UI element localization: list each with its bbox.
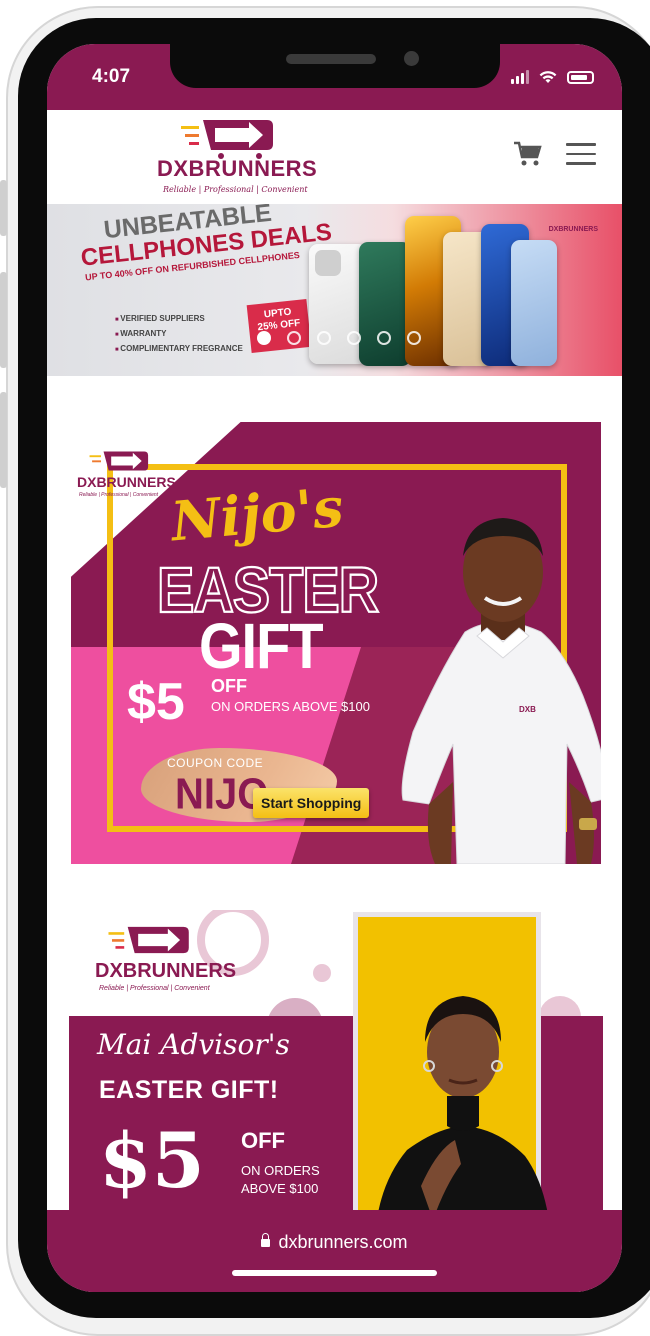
promo-logo-tagline: Reliable | Professional | Convenient (79, 492, 159, 498)
browser-url-bar[interactable]: dxbrunners.com (47, 1210, 622, 1292)
front-camera (404, 51, 419, 66)
logo-cart-icon (89, 451, 149, 471)
promo2-condition-line: ON ORDERS (241, 1163, 320, 1178)
promo-off: OFF (211, 676, 247, 696)
phone-side-button (0, 180, 7, 236)
hero-corner-logo: DXBRUNNERS (548, 226, 598, 233)
promo2-logo: DXBRUNNERS Reliable | Professional | Con… (95, 918, 236, 1008)
carousel-dot[interactable] (287, 331, 301, 345)
hero-carousel[interactable]: UNBEATABLE CELLPHONES DEALS UP TO 40% OF… (47, 204, 622, 376)
decor-circle (313, 964, 331, 982)
home-indicator[interactable] (232, 1270, 437, 1276)
hero-bullet: COMPLIMENTARY FREGRANCE (115, 342, 243, 357)
site-header: DXBRUNNERS Reliable | Professional | Con… (47, 110, 622, 204)
signal-icon (511, 70, 529, 84)
promo-nijo-easter-gift[interactable]: DXBRUNNERS Reliable | Professional | Con… (71, 422, 601, 864)
notch (170, 44, 500, 88)
hero-bullets: VERIFIED SUPPLIERS WARRANTY COMPLIMENTAR… (115, 312, 243, 357)
logo-tagline: Reliable | Professional | Convenient (163, 185, 308, 194)
promo-subtitle: GIFT (199, 609, 324, 682)
logo-cart-icon (108, 926, 189, 954)
hero-bullet: VERIFIED SUPPLIERS (115, 312, 243, 327)
carousel-dot[interactable] (407, 331, 421, 345)
battery-icon (567, 71, 594, 84)
phone-volume-down (0, 392, 7, 488)
promo-logo: DXBRUNNERS Reliable | Professional | Con… (77, 444, 176, 506)
promo2-off: OFF (241, 1128, 285, 1153)
carousel-dot[interactable] (347, 331, 361, 345)
phone-screen: 4:07 DXBRUNNERS Reliable | Professional … (47, 44, 622, 1292)
start-shopping-button[interactable]: Start Shopping (253, 788, 370, 818)
promo2-name: Mai Advisor's (97, 1028, 290, 1061)
logo-cart-icon (181, 120, 273, 159)
promo2-logo-word: DXBRUNNERS (95, 960, 237, 982)
shirt-logo: DXB (519, 705, 536, 714)
hero-bullet: WARRANTY (115, 327, 243, 342)
speaker-grille (286, 54, 376, 64)
phone-volume-up (0, 272, 7, 368)
url-display[interactable]: dxbrunners.com (47, 1232, 622, 1253)
coupon-label: COUPON CODE (167, 756, 264, 770)
promo2-logo-tagline: Reliable | Professional | Convenient (99, 985, 210, 992)
promo-condition: ON ORDERS ABOVE $100 (211, 699, 370, 714)
promo-logo-word: DXBRUNNERS (77, 474, 176, 490)
status-time: 4:07 (92, 66, 131, 87)
promo2-title: EASTER GIFT! (99, 1076, 279, 1104)
status-icons (511, 70, 594, 84)
url-text: dxbrunners.com (278, 1232, 408, 1252)
promo-person-photo: DXB (401, 518, 601, 864)
wifi-icon (539, 71, 557, 83)
hamburger-menu-icon[interactable] (566, 143, 596, 165)
hero-headline: UNBEATABLE CELLPHONES DEALS UP TO 40% OF… (77, 204, 333, 283)
carousel-dot[interactable] (317, 331, 331, 345)
carousel-dots (257, 331, 421, 345)
promo2-amount: $5 (99, 1116, 205, 1205)
promo-offer: OFF ON ORDERS ABOVE $100 (211, 676, 370, 714)
carousel-dot[interactable] (257, 331, 271, 345)
site-logo[interactable]: DXBRUNNERS Reliable | Professional | Con… (157, 110, 317, 200)
cart-icon[interactable] (512, 139, 542, 169)
status-bar: 4:07 (47, 44, 622, 110)
lock-icon (261, 1233, 271, 1247)
logo-wordmark: DXBRUNNERS (157, 156, 318, 181)
promo2-condition: ON ORDERS ABOVE $100 (241, 1162, 331, 1198)
promo2-condition-line: ABOVE $100 (241, 1181, 319, 1196)
carousel-dot[interactable] (377, 331, 391, 345)
promo-amount: $5 (127, 673, 185, 731)
